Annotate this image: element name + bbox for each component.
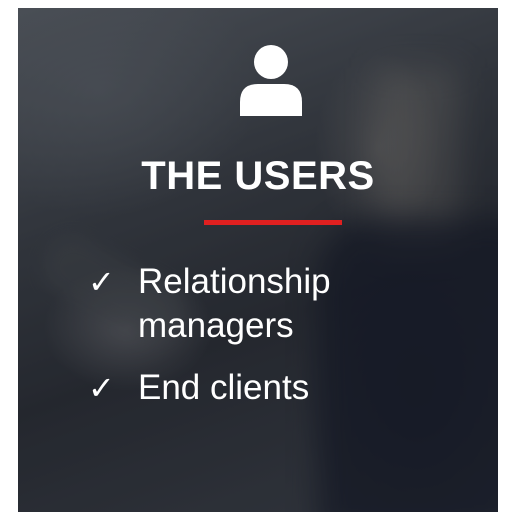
list-item-label: End clients xyxy=(138,368,310,407)
list-item-label: Relationship managers xyxy=(138,262,331,345)
user-list: ✓ Relationship managers ✓ End clients xyxy=(88,260,488,428)
list-item: ✓ End clients xyxy=(88,366,488,410)
user-icon xyxy=(240,45,302,116)
check-icon: ✓ xyxy=(88,263,115,301)
section-title: THE USERS xyxy=(141,154,375,198)
title-underline xyxy=(204,220,342,225)
card-content: THE USERS ✓ Relationship managers ✓ End … xyxy=(18,8,498,512)
users-card: THE USERS ✓ Relationship managers ✓ End … xyxy=(18,8,498,512)
check-icon: ✓ xyxy=(88,369,115,407)
list-item: ✓ Relationship managers xyxy=(88,260,488,348)
